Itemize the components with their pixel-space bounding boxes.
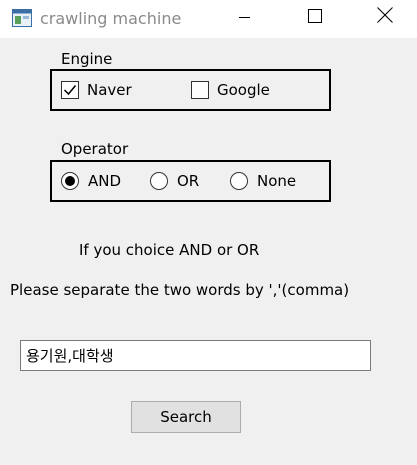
engine-option-naver[interactable]: Naver — [61, 81, 132, 99]
or-radio[interactable] — [150, 172, 168, 190]
maximize-button[interactable] — [292, 0, 338, 34]
operator-group-box: AND OR None — [50, 160, 331, 202]
search-input[interactable] — [20, 340, 371, 371]
engine-option-google[interactable]: Google — [191, 81, 270, 99]
google-label: Google — [217, 81, 270, 99]
engine-group-box: Naver Google — [50, 69, 331, 111]
search-button[interactable]: Search — [131, 401, 241, 433]
operator-option-and[interactable]: AND — [61, 172, 121, 190]
google-checkbox[interactable] — [191, 81, 209, 99]
none-label: None — [257, 172, 297, 190]
instruction-line-1: If you choice AND or OR — [79, 241, 260, 259]
operator-option-or[interactable]: OR — [150, 172, 199, 190]
close-icon — [377, 7, 393, 27]
checkmark-icon — [63, 85, 77, 96]
minimize-button[interactable] — [222, 0, 268, 34]
engine-group-label: Engine — [61, 50, 113, 68]
maximize-icon — [308, 8, 322, 27]
close-button[interactable] — [362, 0, 408, 34]
naver-checkbox[interactable] — [61, 81, 79, 99]
instruction-line-2: Please separate the two words by ','(com… — [10, 281, 350, 299]
or-label: OR — [177, 172, 200, 190]
window-title: crawling machine — [40, 9, 182, 28]
and-label: AND — [88, 172, 122, 190]
title-bar[interactable]: crawling machine — [0, 0, 417, 38]
operator-option-none[interactable]: None — [230, 172, 296, 190]
operator-group-label: Operator — [61, 140, 129, 158]
minimize-icon — [239, 8, 251, 27]
app-window-icon — [12, 9, 32, 27]
naver-label: Naver — [87, 81, 132, 99]
none-radio[interactable] — [230, 172, 248, 190]
and-radio[interactable] — [61, 172, 79, 190]
radio-selected-dot — [65, 176, 75, 186]
app-window: crawling machine Engine Naver Google Ope… — [0, 0, 417, 465]
